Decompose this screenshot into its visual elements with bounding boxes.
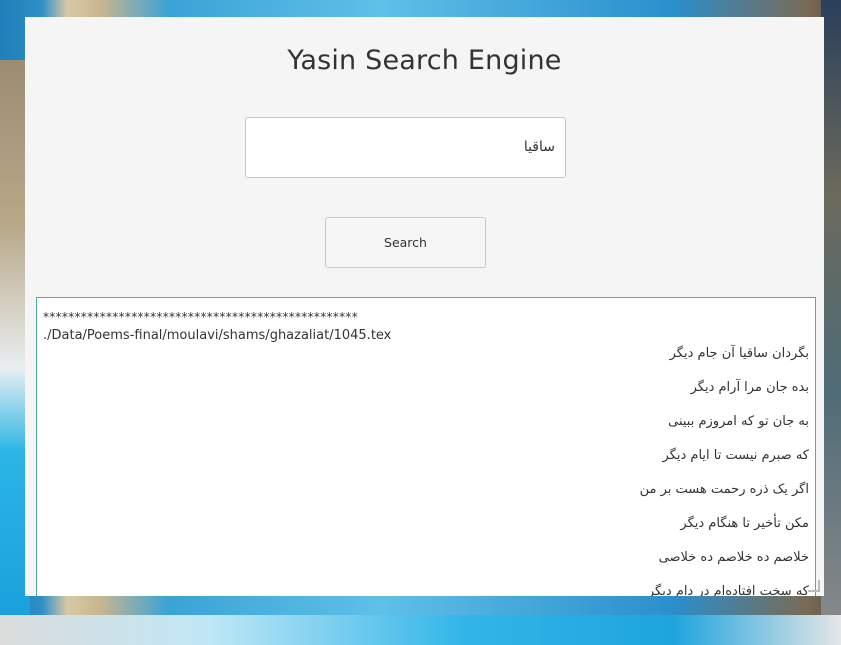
background-right [821, 0, 841, 645]
app-title: Yasin Search Engine [287, 45, 562, 76]
app-window: Yasin Search Engine ساقیا Search *******… [25, 17, 824, 596]
results-separator: ****************************************… [43, 310, 358, 324]
verse-line: به جان تو که امروزم ببینی [668, 414, 809, 429]
verse-line: که سخت افتاده‌ام در دام دیگر [647, 584, 809, 596]
results-textarea[interactable]: ****************************************… [36, 297, 816, 596]
verse-line: که صبرم نیست تا ایام دیگر [662, 448, 810, 463]
verse-line: بده جان مرا آرام دیگر [690, 380, 809, 395]
verse-line: اگر یک ذره رحمت هست بر من [639, 482, 809, 497]
search-input[interactable]: ساقیا [245, 117, 566, 178]
verse-line: خلاصم ده خلاصم ده خلاصی [658, 550, 809, 565]
resize-grip-icon[interactable] [808, 580, 820, 592]
background-bottom [0, 615, 841, 645]
verse-line: بگردان ساقیا آن جام دیگر [669, 346, 809, 361]
result-file-path: ./Data/Poems-final/moulavi/shams/ghazali… [43, 328, 392, 343]
verse-line: مکن تأخیر تا هنگام دیگر [680, 516, 809, 531]
search-button[interactable]: Search [325, 217, 486, 268]
